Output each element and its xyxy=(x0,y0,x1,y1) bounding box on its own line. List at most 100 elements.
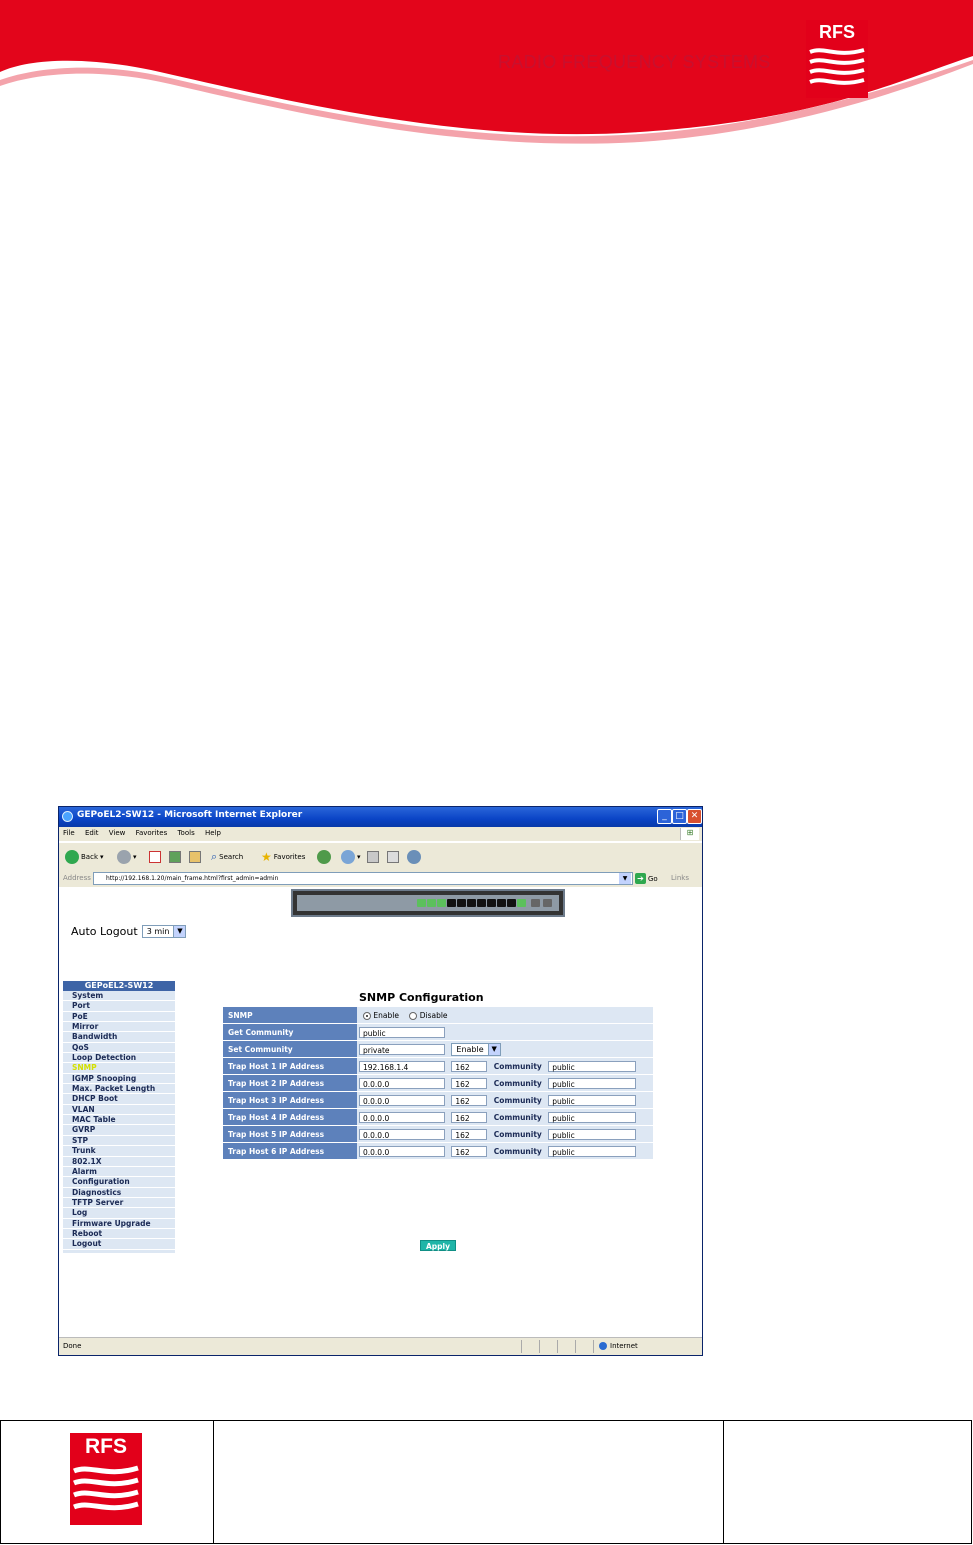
auto-logout: Auto Logout 3 min ▼ xyxy=(71,925,187,938)
search-button[interactable]: ⌕ Search xyxy=(211,849,243,865)
sidebar-item-trunk[interactable]: Trunk xyxy=(63,1146,175,1157)
status-divider xyxy=(557,1340,558,1353)
port-led xyxy=(417,899,426,907)
status-divider xyxy=(539,1340,540,1353)
sidebar-item-dhcp-boot[interactable]: DHCP Boot xyxy=(63,1094,175,1105)
trap-host-ip-input[interactable]: 0.0.0.0 xyxy=(359,1111,445,1123)
trap-host-port-input[interactable]: 162 xyxy=(451,1094,488,1106)
edit-button[interactable] xyxy=(387,849,399,865)
sidebar-item-vlan[interactable]: VLAN xyxy=(63,1105,175,1116)
toolbar: Back ▾ ▾ ⌕ Search ★ Favorites ▾ xyxy=(59,842,702,872)
sidebar-item-logout[interactable]: Logout xyxy=(63,1239,175,1250)
stop-button[interactable] xyxy=(149,849,161,865)
chevron-down-icon: ▼ xyxy=(487,1043,500,1055)
go-arrow-icon: ➔ xyxy=(635,873,646,884)
port-led xyxy=(467,899,476,907)
set-community-input[interactable]: private xyxy=(359,1044,445,1055)
trap-host-port-input[interactable]: 162 xyxy=(451,1111,488,1123)
sidebar-item-stp[interactable]: STP xyxy=(63,1136,175,1147)
minimize-button[interactable]: _ xyxy=(657,809,672,824)
messenger-button[interactable] xyxy=(407,849,421,865)
sidebar-item-snmp[interactable]: SNMP xyxy=(63,1063,175,1074)
trap-host-community-input[interactable]: public xyxy=(548,1111,637,1123)
sidebar-item-max-packet-length[interactable]: Max. Packet Length xyxy=(63,1084,175,1095)
trap-host-row: Trap Host 2 IP Address 0.0.0.0 162 Commu… xyxy=(223,1074,653,1092)
trap-host-community-input[interactable]: public xyxy=(548,1094,637,1106)
menu-tools[interactable]: Tools xyxy=(177,829,194,837)
set-community-select[interactable]: Enable ▼ xyxy=(451,1042,501,1056)
get-community-input[interactable]: public xyxy=(359,1026,445,1038)
go-button[interactable]: ➔ Go xyxy=(635,873,658,884)
windows-flag-icon: ⊞ xyxy=(680,828,699,840)
sidebar-item-system[interactable]: System xyxy=(63,991,175,1002)
history-button[interactable] xyxy=(317,849,331,865)
ie-icon xyxy=(62,811,73,822)
favorites-label: Favorites xyxy=(273,853,306,861)
auto-logout-select[interactable]: 3 min ▼ xyxy=(141,925,187,938)
port-led xyxy=(477,899,486,907)
links-label[interactable]: Links xyxy=(671,874,689,882)
footer-middle-cell xyxy=(213,1421,724,1543)
snmp-label: SNMP xyxy=(223,1007,357,1024)
footer-right-cell xyxy=(723,1421,971,1543)
menu-help[interactable]: Help xyxy=(205,829,221,837)
forward-button[interactable]: ▾ xyxy=(117,849,137,865)
sidebar-item-mirror[interactable]: Mirror xyxy=(63,1022,175,1033)
chevron-down-icon[interactable]: ▼ xyxy=(619,873,631,884)
menu-view[interactable]: View xyxy=(109,829,126,837)
back-button[interactable]: Back ▾ xyxy=(65,849,104,865)
refresh-button[interactable] xyxy=(169,849,181,865)
address-input[interactable]: http://192.168.1.20/main_frame.html?firs… xyxy=(93,872,633,885)
set-community-select-value: Enable xyxy=(456,1044,484,1054)
apply-button[interactable]: Apply xyxy=(420,1240,456,1251)
print-button[interactable] xyxy=(367,849,379,865)
sidebar-item-firmware-upgrade[interactable]: Firmware Upgrade xyxy=(63,1219,175,1229)
sidebar-item-alarm[interactable]: Alarm xyxy=(63,1167,175,1178)
sidebar-item-diagnostics[interactable]: Diagnostics xyxy=(63,1188,175,1198)
sidebar-item-reboot[interactable]: Reboot xyxy=(63,1229,175,1240)
trap-host-label: Trap Host 1 IP Address xyxy=(223,1057,357,1075)
menu-favorites[interactable]: Favorites xyxy=(136,829,168,837)
menu-file[interactable]: File xyxy=(63,829,75,837)
trap-host-label: Trap Host 6 IP Address xyxy=(223,1142,357,1160)
sidebar-item-loop-detection[interactable]: Loop Detection xyxy=(63,1053,175,1064)
menu-edit[interactable]: Edit xyxy=(85,829,99,837)
sidebar-item-log[interactable]: Log xyxy=(63,1208,175,1219)
sidebar-item-qos[interactable]: QoS xyxy=(63,1043,175,1054)
maximize-button[interactable]: □ xyxy=(672,809,687,824)
trap-host-ip-input[interactable]: 192.168.1.4 xyxy=(359,1060,445,1072)
status-divider xyxy=(593,1340,594,1353)
trap-host-port-input[interactable]: 162 xyxy=(451,1077,488,1089)
snmp-disable-radio[interactable] xyxy=(409,1011,418,1020)
home-button[interactable] xyxy=(189,849,201,865)
close-button[interactable]: ✕ xyxy=(687,809,702,824)
sidebar-item-8021x[interactable]: 802.1X xyxy=(63,1157,175,1167)
trap-host-port-input[interactable]: 162 xyxy=(451,1145,488,1157)
sidebar-item-igmp-snooping[interactable]: IGMP Snooping xyxy=(63,1074,175,1085)
trap-host-community-input[interactable]: public xyxy=(548,1077,637,1089)
sidebar-item-port[interactable]: Port xyxy=(63,1001,175,1012)
sidebar-item-tftp-server[interactable]: TFTP Server xyxy=(63,1198,175,1209)
sidebar-item-mac-table[interactable]: MAC Table xyxy=(63,1115,175,1126)
sidebar-item-bandwidth[interactable]: Bandwidth xyxy=(63,1032,175,1043)
get-community-row: Get Community public xyxy=(223,1023,653,1041)
trap-host-community-input[interactable]: public xyxy=(548,1128,637,1140)
back-arrow-icon xyxy=(65,850,79,864)
trap-host-ip-input[interactable]: 0.0.0.0 xyxy=(359,1145,445,1157)
sidebar-item-poe[interactable]: PoE xyxy=(63,1012,175,1023)
sidebar-item-gvrp[interactable]: GVRP xyxy=(63,1125,175,1136)
sidebar-item-configuration[interactable]: Configuration xyxy=(63,1177,175,1188)
home-icon xyxy=(189,851,201,863)
set-community-label: Set Community xyxy=(223,1040,357,1058)
trap-host-community-input[interactable]: public xyxy=(548,1060,637,1072)
trap-host-community-input[interactable]: public xyxy=(548,1145,637,1157)
snmp-enable-radio[interactable] xyxy=(363,1011,371,1020)
trap-host-port-input[interactable]: 162 xyxy=(451,1060,488,1072)
favorites-button[interactable]: ★ Favorites xyxy=(261,849,305,865)
trap-host-port-input[interactable]: 162 xyxy=(451,1128,488,1140)
trap-host-ip-input[interactable]: 0.0.0.0 xyxy=(359,1128,445,1140)
trap-host-ip-input[interactable]: 0.0.0.0 xyxy=(359,1094,445,1106)
address-bar: Address http://192.168.1.20/main_frame.h… xyxy=(59,871,702,887)
trap-host-ip-input[interactable]: 0.0.0.0 xyxy=(359,1077,445,1089)
mail-button[interactable]: ▾ xyxy=(341,849,361,865)
